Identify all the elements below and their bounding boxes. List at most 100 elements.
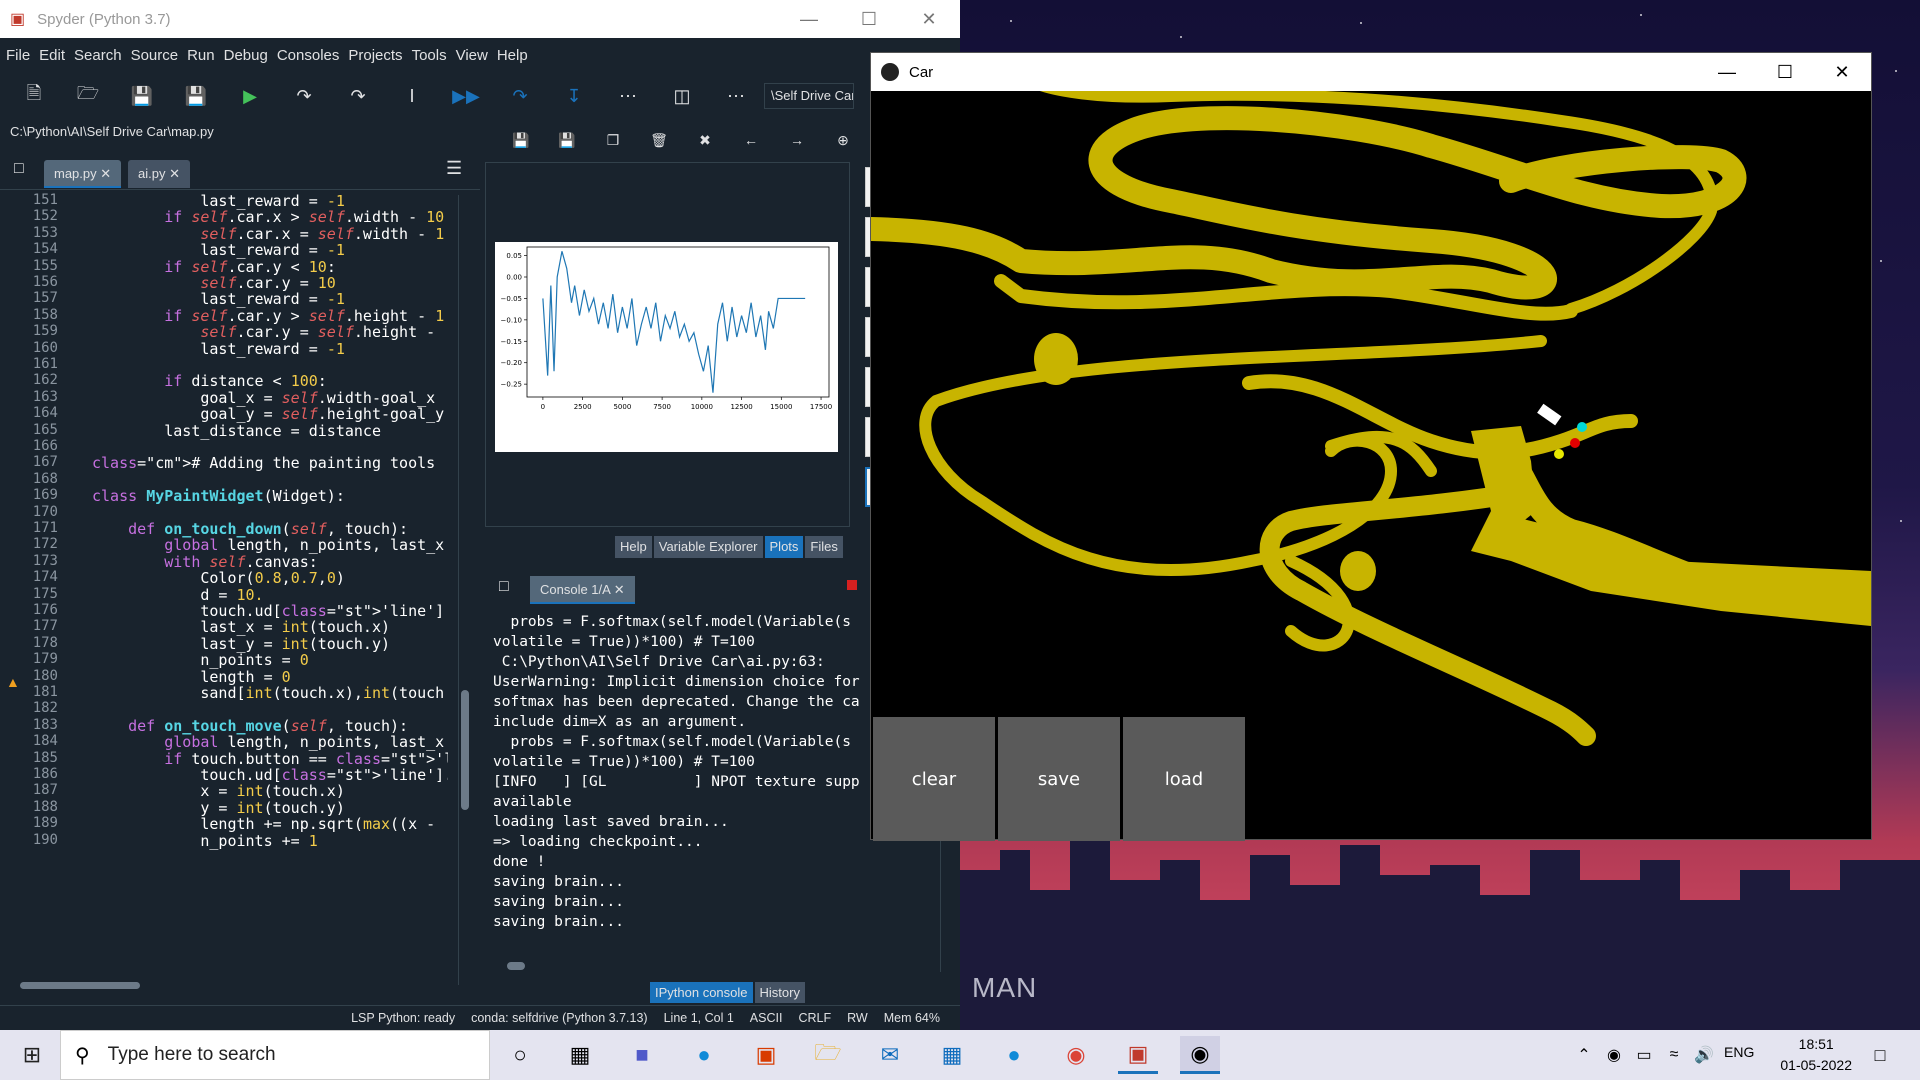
working-dir-field[interactable]: \Self Drive Car — [764, 83, 854, 109]
notifications-icon[interactable]: □ — [1860, 1036, 1900, 1074]
save-plot-icon[interactable]: 💾 — [511, 132, 531, 149]
console-line: volatile = True))*100) # T=100 — [493, 634, 755, 650]
car-maximize-button[interactable]: ☐ — [1756, 53, 1814, 91]
run-selection-icon[interactable]: I — [392, 79, 432, 113]
minimize-button[interactable]: — — [780, 0, 838, 38]
tab-ipython-console[interactable]: IPython console — [650, 982, 753, 1003]
search-box[interactable]: ⚲ Type here to search — [60, 1030, 490, 1080]
copy-plot-icon[interactable]: ❐ — [603, 132, 623, 149]
zoom-icon[interactable]: ⊕ — [833, 132, 853, 149]
x-tick-label: 17500 — [810, 403, 832, 411]
kivy-taskbar-icon[interactable]: ◉ — [1180, 1036, 1220, 1074]
save-icon[interactable]: 💾 — [122, 79, 162, 113]
console-hscroll-thumb[interactable] — [507, 962, 525, 970]
chrome-icon[interactable]: ◉ — [1056, 1036, 1096, 1074]
tab-help[interactable]: Help — [615, 536, 652, 558]
more2-icon[interactable]: ⋯ — [716, 79, 756, 113]
run-cell-icon[interactable]: ↷ — [284, 79, 324, 113]
step-into-icon[interactable]: ↧ — [554, 79, 594, 113]
warning-icon: ▲ — [6, 674, 20, 690]
teams-icon[interactable]: ■ — [622, 1036, 662, 1074]
console-line: volatile = True))*100) # T=100 — [493, 754, 755, 770]
language-indicator[interactable]: ENG — [1724, 1044, 1754, 1060]
app-icon[interactable]: ● — [994, 1036, 1034, 1074]
pane-tabs: Help Variable Explorer Plots Files — [615, 536, 845, 558]
console-output[interactable]: probs = F.softmax(self.model(Variable(s v… — [493, 612, 933, 982]
remove-plot-icon[interactable]: 🗑 — [649, 132, 669, 149]
line-number: 179 — [32, 651, 58, 668]
clear-button[interactable]: clear — [873, 717, 995, 841]
maximize-pane-icon[interactable]: ◫ — [662, 79, 702, 113]
close-button[interactable]: ✕ — [900, 0, 958, 38]
spyder-title: Spyder (Python 3.7) — [37, 10, 171, 28]
run-cell-advance-icon[interactable]: ↷ — [338, 79, 378, 113]
code-line: d = 10. — [92, 585, 264, 604]
more-icon[interactable]: ⋯ — [608, 79, 648, 113]
stop-icon[interactable] — [847, 580, 857, 590]
tab-history[interactable]: History — [754, 982, 805, 1003]
console-line: available — [493, 794, 572, 810]
menu-debug[interactable]: Debug — [224, 47, 268, 64]
menu-projects[interactable]: Projects — [348, 47, 402, 64]
browse-consoles-icon[interactable]: □ — [499, 578, 509, 596]
step-icon[interactable]: ↷ — [500, 79, 540, 113]
windows-start-icon[interactable]: ⊞ — [12, 1036, 52, 1074]
spyder-taskbar-icon[interactable]: ▣ — [1118, 1036, 1158, 1074]
task-view-icon[interactable]: ▦ — [560, 1036, 600, 1074]
taskbar: ⊞ ⚲ Type here to search ○ ▦ ■ ● ▣ 🗁 ✉ ▦ … — [0, 1030, 1920, 1080]
menu-tools[interactable]: Tools — [412, 47, 447, 64]
office-icon[interactable]: ▣ — [746, 1036, 786, 1074]
load-button[interactable]: load — [1123, 717, 1245, 841]
menu-help[interactable]: Help — [497, 47, 528, 64]
line-number: 153 — [32, 224, 58, 241]
clock[interactable]: 18:51 01-05-2022 — [1780, 1034, 1852, 1076]
tab-ai-py[interactable]: ai.py ✕ — [128, 160, 190, 188]
tab-console[interactable]: Console 1/A ✕ — [530, 576, 635, 604]
next-plot-icon[interactable]: → — [787, 132, 807, 148]
mail-icon[interactable]: ✉ — [870, 1036, 910, 1074]
menu-source[interactable]: Source — [131, 47, 179, 64]
code-line: last_reward = -1 — [92, 192, 345, 210]
console-line: loading last saved brain... — [493, 814, 729, 830]
code-line: x = int(touch.x) — [92, 782, 345, 801]
editor-hscroll-thumb[interactable] — [20, 982, 140, 989]
tab-files[interactable]: Files — [805, 536, 843, 558]
volume-icon[interactable]: 🔊 — [1684, 1036, 1724, 1074]
maximize-button[interactable]: ☐ — [840, 0, 898, 38]
debug-icon[interactable]: ▶▶ — [446, 79, 486, 113]
cortana-icon[interactable]: ○ — [500, 1036, 540, 1074]
line-number: 152 — [32, 208, 58, 225]
menu-consoles[interactable]: Consoles — [277, 47, 340, 64]
store-icon[interactable]: ▦ — [932, 1036, 972, 1074]
open-file-icon[interactable]: 🗁 — [68, 79, 108, 113]
options-icon[interactable]: ☰ — [446, 158, 462, 179]
remove-all-icon[interactable]: ✖ — [695, 132, 715, 149]
tab-plots[interactable]: Plots — [764, 536, 804, 558]
editor-vscroll[interactable] — [458, 195, 472, 985]
save-button[interactable]: save — [998, 717, 1120, 841]
menu-search[interactable]: Search — [74, 47, 122, 64]
x-tick-label: 2500 — [574, 403, 592, 411]
console-line: softmax has been deprecated. Change the … — [493, 694, 860, 710]
menu-view[interactable]: View — [456, 47, 488, 64]
editor-tabs: □ map.py ✕ ai.py ✕ ☰ — [0, 150, 480, 190]
run-icon[interactable]: ▶ — [230, 79, 270, 113]
save-all-icon[interactable]: 💾 — [176, 79, 216, 113]
tab-map-py[interactable]: map.py ✕ — [44, 160, 122, 188]
browse-tabs-icon[interactable]: □ — [14, 160, 24, 178]
save-all-plots-icon[interactable]: 💾 — [557, 132, 577, 149]
car-minimize-button[interactable]: — — [1698, 53, 1756, 91]
editor-vscroll-thumb[interactable] — [461, 690, 469, 810]
tab-variable-explorer[interactable]: Variable Explorer — [653, 536, 763, 558]
code-area[interactable]: 151 last_reward = -1 152 if self.car.x > … — [0, 190, 448, 980]
file-explorer-icon[interactable]: 🗁 — [808, 1036, 848, 1074]
code-line: def on_touch_move(self, touch): — [128, 716, 409, 735]
menu-edit[interactable]: Edit — [39, 47, 65, 64]
menu-file[interactable]: File — [6, 47, 30, 64]
new-file-icon[interactable]: 🗎 — [14, 79, 54, 113]
previous-plot-icon[interactable]: ← — [741, 132, 761, 148]
edge-icon[interactable]: ● — [684, 1036, 724, 1074]
menu-run[interactable]: Run — [187, 47, 215, 64]
x-tick-label: 5000 — [613, 403, 631, 411]
car-close-button[interactable]: ✕ — [1813, 53, 1871, 91]
